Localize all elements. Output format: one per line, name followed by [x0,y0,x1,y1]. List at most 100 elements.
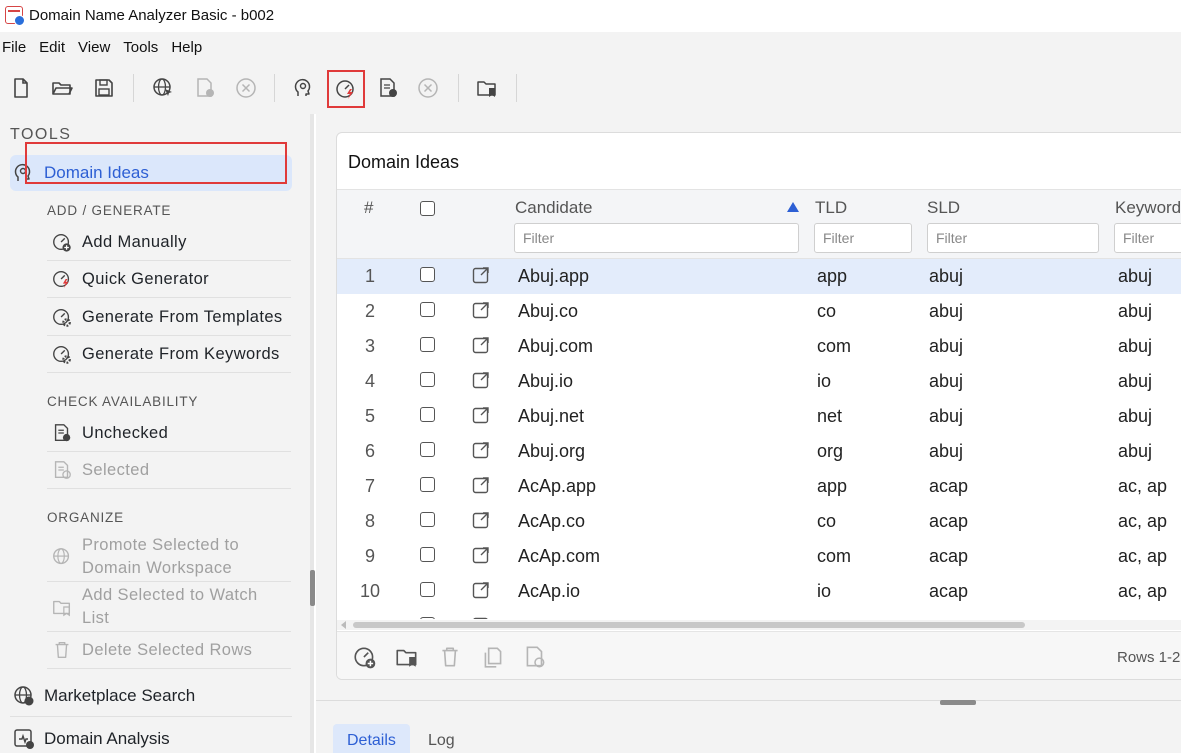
sidebar-item-generate-from-templates[interactable]: Generate From Templates [47,299,291,336]
delete-rows-button[interactable] [437,644,463,670]
sidebar-item-add-to-watch-list[interactable]: Add Selected to Watch List [47,582,291,632]
row-keywords: abuj [1118,336,1153,356]
scrollbar-thumb[interactable] [353,622,1025,628]
menu-tools[interactable]: Tools [121,39,165,56]
tld-filter-input[interactable]: Filter [814,223,912,253]
row-checkbox[interactable] [420,337,435,352]
horizontal-splitter[interactable] [316,700,1181,701]
row-tld: com [817,336,852,356]
sidebar-splitter-grip[interactable] [310,570,315,606]
open-external-icon[interactable] [471,510,491,530]
row-sld: abuj [929,266,964,286]
col-sld-header[interactable]: SLD [927,198,960,218]
row-checkbox[interactable] [420,302,435,317]
export-button[interactable] [522,644,548,670]
candidate-filter-input[interactable]: Filter [514,223,799,253]
globe-cursor-icon [53,547,70,564]
open-external-icon[interactable] [471,265,491,285]
row-keywords: ac, ap [1118,476,1168,496]
keywords-filter-input[interactable]: Filter [1114,223,1181,253]
open-external-icon[interactable] [471,370,491,390]
open-external-icon[interactable] [471,405,491,425]
open-button[interactable] [47,73,77,103]
cancel-check-button[interactable] [413,73,443,103]
select-all-checkbox[interactable] [420,201,435,216]
sld-filter-input[interactable]: Filter [927,223,1099,253]
row-candidate: AcAp.io [518,581,581,601]
sidebar-item-label: Quick Generator [82,269,210,288]
trash-icon [55,641,69,659]
table-row[interactable]: 5 Abuj.net net abuj abuj [337,399,1181,434]
row-checkbox[interactable] [420,442,435,457]
menu-view[interactable]: View [76,39,117,56]
tab-details[interactable]: Details [333,724,410,753]
col-num-header: # [364,198,374,217]
sidebar-splitter[interactable] [310,114,314,753]
row-sld: acap [929,476,969,496]
menu-help[interactable]: Help [169,39,209,56]
open-external-icon[interactable] [471,475,491,495]
sidebar-item-quick-generator[interactable]: Quick Generator [47,261,291,298]
open-external-icon[interactable] [471,440,491,460]
new-file-button[interactable] [6,73,36,103]
menu-edit[interactable]: Edit [37,39,72,56]
table-row[interactable]: 1 Abuj.app app abuj abuj [337,259,1181,294]
copy-button[interactable] [480,644,506,670]
table-row[interactable]: 8 AcAp.co co acap ac, ap [337,504,1181,539]
open-external-icon[interactable] [471,300,491,320]
open-external-icon[interactable] [471,545,491,565]
row-keywords: ac, ap [1118,511,1168,531]
scroll-left-icon[interactable] [341,621,346,629]
row-checkbox[interactable] [420,547,435,562]
save-button[interactable] [89,73,119,103]
watch-list-button[interactable] [472,73,502,103]
table-row-partial[interactable] [337,609,1181,619]
horizontal-scrollbar[interactable] [337,620,1181,630]
cancel-icon-2 [418,78,438,98]
sidebar-item-generate-from-keywords[interactable]: Generate From Keywords [47,336,291,373]
table-row[interactable]: 4 Abuj.io io abuj abuj [337,364,1181,399]
table-row[interactable]: 6 Abuj.org org abuj abuj [337,434,1181,469]
table-row[interactable]: 10 AcAp.io io acap ac, ap [337,574,1181,609]
menu-file[interactable]: File [0,39,33,56]
row-checkbox[interactable] [420,372,435,387]
row-checkbox[interactable] [420,407,435,422]
sidebar-item-promote[interactable]: Promote Selected to Domain Workspace [47,532,291,582]
horizontal-splitter-grip[interactable] [940,700,976,705]
watch-list-button-footer[interactable] [394,644,420,670]
table-row[interactable]: 3 Abuj.com com abuj abuj [337,329,1181,364]
cancel-button[interactable] [231,73,261,103]
open-external-icon[interactable] [471,335,491,355]
table-row[interactable]: 9 AcAp.com com acap ac, ap [337,539,1181,574]
open-external-icon[interactable] [471,615,491,619]
open-external-icon[interactable] [471,580,491,600]
promote-button[interactable] [148,73,178,103]
row-checkbox[interactable] [420,582,435,597]
sidebar-item-add-manually[interactable]: Add Manually [47,224,291,261]
sidebar-item-unchecked[interactable]: Unchecked [47,415,291,452]
menu-bar: File Edit View Tools Help [0,32,1181,62]
row-checkbox[interactable] [420,477,435,492]
nav-domain-analysis[interactable]: Domain Analysis [10,721,292,753]
row-checkbox[interactable] [420,617,435,619]
col-tld-header[interactable]: TLD [815,198,847,218]
doc-check-icon [197,78,214,97]
nav-marketplace-search[interactable]: Marketplace Search [10,678,292,714]
table-row[interactable]: 2 Abuj.co co abuj abuj [337,294,1181,329]
table-row[interactable]: 7 AcAp.app app acap ac, ap [337,469,1181,504]
row-keywords: abuj [1118,441,1153,461]
domain-ideas-button[interactable] [289,73,319,103]
panel-title: Domain Ideas [348,152,460,172]
row-checkbox[interactable] [420,267,435,282]
col-candidate-header[interactable]: Candidate [515,198,593,218]
quick-generator-button[interactable] [327,70,365,108]
check-unchecked-button[interactable] [373,73,403,103]
row-tld: io [817,581,832,601]
col-keywords-header[interactable]: Keyword [1115,198,1181,218]
add-domain-button[interactable] [352,644,378,670]
sidebar-item-delete-rows[interactable]: Delete Selected Rows [47,632,291,669]
row-checkbox[interactable] [420,512,435,527]
tab-log[interactable]: Log [414,724,469,753]
check-selected-button[interactable] [190,73,220,103]
sidebar-item-selected[interactable]: Selected [47,452,291,489]
